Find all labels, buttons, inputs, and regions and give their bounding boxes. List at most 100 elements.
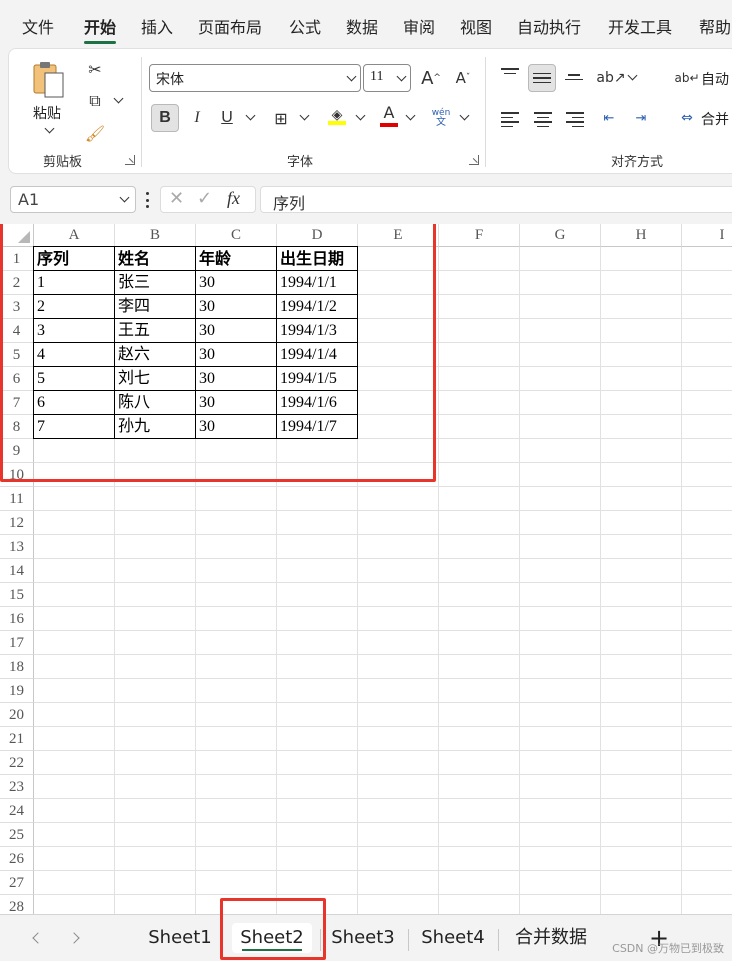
- sheet-tab-bar: Sheet1 Sheet2 Sheet3 Sheet4 合并数据 + CSDN …: [0, 898, 732, 961]
- column-header[interactable]: I: [682, 224, 732, 247]
- column-header[interactable]: H: [601, 224, 682, 247]
- align-middle-icon[interactable]: [528, 64, 556, 92]
- borders-dropdown-icon[interactable]: [299, 110, 310, 121]
- row-header[interactable]: 25: [0, 823, 34, 847]
- font-color-dropdown-icon[interactable]: [405, 110, 416, 121]
- row-header[interactable]: 28: [0, 895, 34, 914]
- orientation-dropdown-icon[interactable]: [627, 70, 638, 81]
- copy-dropdown-icon[interactable]: [113, 93, 124, 104]
- tab-data[interactable]: 数据: [346, 17, 378, 39]
- gridline: [34, 798, 732, 799]
- gridline: [34, 870, 732, 871]
- merge-center-label[interactable]: 合并: [701, 109, 729, 129]
- tab-file[interactable]: 文件: [22, 17, 54, 39]
- align-top-icon[interactable]: [501, 65, 519, 77]
- borders-icon[interactable]: ⊞: [267, 104, 295, 132]
- font-name-value: 宋体: [156, 73, 184, 88]
- formula-buttons: ✕ ✓ fx: [160, 186, 256, 213]
- name-box-dropdown-icon[interactable]: [119, 192, 130, 203]
- row-header[interactable]: 16: [0, 607, 34, 631]
- align-left-icon[interactable]: [501, 109, 519, 130]
- group-divider: [141, 57, 142, 167]
- tab-developer[interactable]: 开发工具: [608, 17, 672, 39]
- clipboard-group-label: 剪贴板: [43, 155, 83, 170]
- tab-home[interactable]: 开始: [84, 17, 117, 44]
- more-options-icon[interactable]: [146, 192, 150, 208]
- row-header[interactable]: 11: [0, 487, 34, 511]
- row-header[interactable]: 14: [0, 559, 34, 583]
- watermark: CSDN @万物已到极致: [612, 942, 724, 955]
- underline-dropdown-icon[interactable]: [245, 110, 256, 121]
- font-color-letter: A: [383, 103, 395, 122]
- align-bottom-icon[interactable]: [565, 71, 583, 83]
- row-header[interactable]: 13: [0, 535, 34, 559]
- decrease-font-icon[interactable]: Aˇ: [449, 64, 477, 92]
- paste-dropdown-icon[interactable]: [44, 123, 55, 134]
- font-size-value: 11: [370, 69, 384, 84]
- fill-color-icon[interactable]: ◈: [323, 102, 351, 130]
- sheet-tab-merged-data[interactable]: 合并数据: [506, 923, 596, 953]
- wrap-text-icon[interactable]: ab↵: [673, 64, 701, 92]
- row-header[interactable]: 23: [0, 775, 34, 799]
- row-header[interactable]: 20: [0, 703, 34, 727]
- underline-button[interactable]: U: [213, 104, 241, 132]
- cut-icon[interactable]: ✂: [81, 55, 109, 83]
- previous-sheet-icon[interactable]: [32, 932, 44, 944]
- sheet-tab-sheet1[interactable]: Sheet1: [143, 923, 217, 953]
- name-box-value: A1: [18, 190, 40, 209]
- row-header[interactable]: 21: [0, 727, 34, 751]
- spreadsheet-grid[interactable]: ABCDEFGHI 1 2 3 4 5 6 7 8 9 10 11 12 13 14 15 16 17 18 19 2…: [0, 224, 732, 914]
- row-header[interactable]: 24: [0, 799, 34, 823]
- name-box[interactable]: A1: [10, 186, 136, 213]
- font-launcher-icon[interactable]: [469, 155, 479, 165]
- font-size-select[interactable]: 11: [363, 64, 411, 92]
- row-header[interactable]: 17: [0, 631, 34, 655]
- tab-divider: [408, 929, 409, 951]
- row-header[interactable]: 12: [0, 511, 34, 535]
- gridline: [34, 774, 732, 775]
- tab-review[interactable]: 审阅: [403, 17, 435, 39]
- insert-function-icon[interactable]: fx: [227, 188, 240, 209]
- tab-help[interactable]: 帮助: [699, 17, 731, 39]
- increase-indent-icon[interactable]: ⇥: [627, 104, 655, 132]
- enter-icon[interactable]: ✓: [197, 188, 212, 209]
- column-header[interactable]: F: [439, 224, 520, 247]
- orientation-icon[interactable]: ab↗: [596, 64, 625, 92]
- cancel-icon[interactable]: ✕: [169, 188, 184, 209]
- row-header[interactable]: 18: [0, 655, 34, 679]
- formula-bar: A1 ✕ ✓ fx 序列: [0, 180, 732, 220]
- row-header[interactable]: 27: [0, 871, 34, 895]
- phonetic-dropdown-icon[interactable]: [459, 110, 470, 121]
- tab-view[interactable]: 视图: [460, 17, 492, 39]
- gridline: [519, 247, 520, 914]
- sheet-tab-sheet4[interactable]: Sheet4: [416, 923, 490, 953]
- fill-color-dropdown-icon[interactable]: [355, 110, 366, 121]
- row-header[interactable]: 22: [0, 751, 34, 775]
- paste-button[interactable]: 粘贴: [27, 57, 71, 137]
- row-header[interactable]: 19: [0, 679, 34, 703]
- merge-center-icon[interactable]: ⇔: [673, 104, 701, 132]
- tab-formulas[interactable]: 公式: [289, 17, 321, 39]
- tab-insert[interactable]: 插入: [141, 17, 173, 39]
- clipboard-launcher-icon[interactable]: [125, 155, 135, 165]
- increase-font-icon[interactable]: A ^: [417, 64, 445, 92]
- phonetic-icon[interactable]: wén 文: [427, 104, 455, 132]
- font-name-select[interactable]: 宋体: [149, 64, 361, 92]
- row-header[interactable]: 26: [0, 847, 34, 871]
- sheet-tab-sheet3[interactable]: Sheet3: [326, 923, 400, 953]
- align-center-icon[interactable]: [534, 109, 552, 130]
- format-painter-icon[interactable]: 🖌: [81, 119, 109, 147]
- column-header[interactable]: G: [520, 224, 601, 247]
- tab-page-layout[interactable]: 页面布局: [198, 17, 262, 39]
- formula-input[interactable]: 序列: [260, 186, 732, 213]
- tab-automate[interactable]: 自动执行: [517, 17, 581, 39]
- row-header[interactable]: 15: [0, 583, 34, 607]
- italic-button[interactable]: I: [183, 104, 211, 132]
- font-color-button[interactable]: A: [375, 102, 403, 130]
- decrease-indent-icon[interactable]: ⇤: [595, 104, 623, 132]
- next-sheet-icon[interactable]: [68, 932, 80, 944]
- align-right-icon[interactable]: [566, 109, 584, 130]
- copy-icon[interactable]: ⧉: [81, 87, 109, 115]
- bold-button[interactable]: B: [151, 104, 179, 132]
- wrap-text-label[interactable]: 自动: [701, 69, 729, 89]
